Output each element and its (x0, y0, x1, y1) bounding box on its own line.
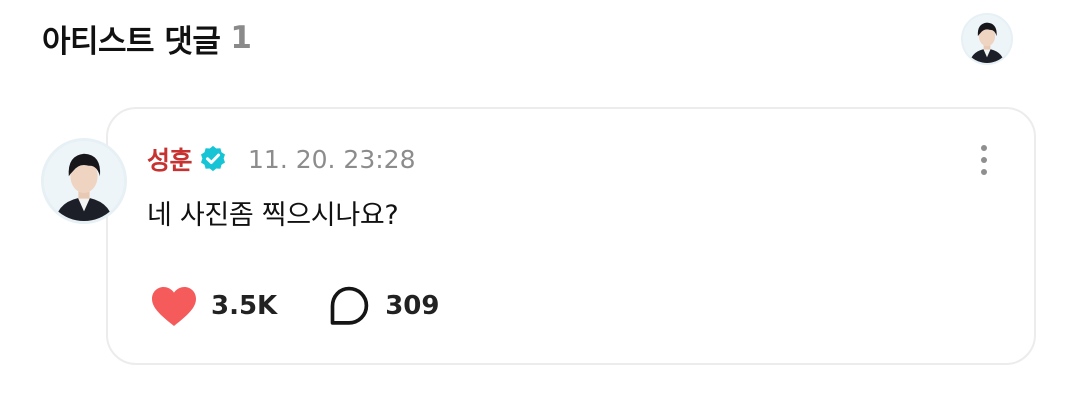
verified-badge-icon (201, 145, 226, 172)
comment-count: 1 (230, 20, 252, 56)
like-button[interactable]: 3.5K (150, 284, 277, 328)
comment-author-avatar[interactable] (41, 138, 127, 224)
heart-icon (152, 287, 196, 326)
more-options-icon[interactable] (972, 141, 996, 179)
speech-bubble-icon (330, 286, 369, 325)
comment-meta: 성훈 11. 20. 23:28 (147, 140, 415, 178)
avatar-image (44, 141, 124, 221)
avatar-image (963, 15, 1011, 63)
comment-timestamp: 11. 20. 23:28 (248, 144, 416, 174)
section-title: 아티스트 댓글 (42, 23, 221, 60)
like-count: 3.5K (211, 291, 278, 321)
reply-count: 309 (385, 291, 440, 321)
reply-button[interactable]: 309 (327, 284, 440, 328)
section-header: 아티스트 댓글 1 (42, 14, 252, 62)
artist-avatar[interactable] (961, 13, 1013, 65)
author-name[interactable]: 성훈 (147, 141, 193, 177)
artist-comments-page: 아티스트 댓글 1 성훈 11. 20. 23:28 네 사진좀 찍으시나요? … (0, 0, 1080, 400)
comment-body: 네 사진좀 찍으시나요? (147, 200, 399, 231)
comment-actions: 3.5K 309 (150, 282, 440, 330)
